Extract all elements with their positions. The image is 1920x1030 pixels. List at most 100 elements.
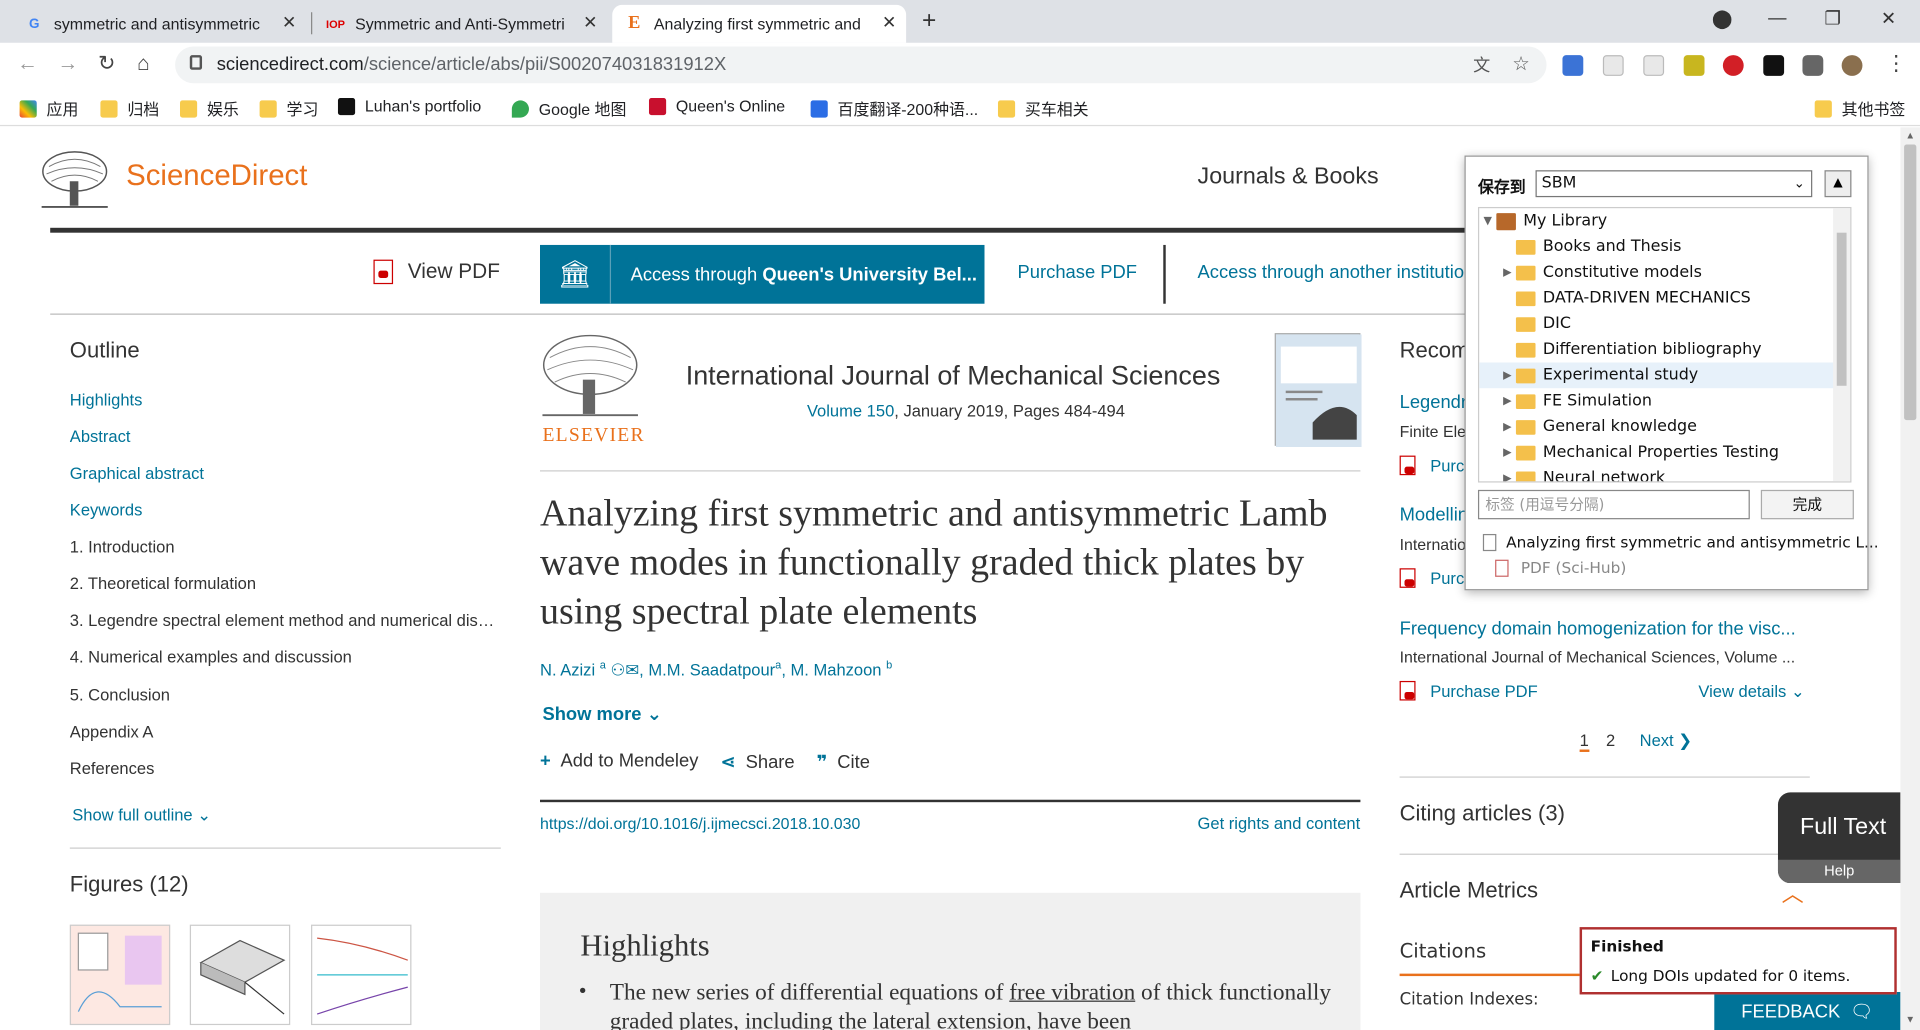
- reload-icon[interactable]: ↻: [98, 51, 115, 75]
- tree-item-hovered[interactable]: ▶ Experimental study: [1479, 362, 1835, 389]
- show-more-button[interactable]: Show more ⌄: [542, 703, 662, 725]
- show-full-outline-link[interactable]: Show full outline ⌄: [72, 806, 211, 826]
- share-button[interactable]: ⋖ Share: [720, 751, 794, 773]
- outline-item-appendix-a[interactable]: Appendix A: [70, 723, 501, 741]
- zotero-extension-icon[interactable]: [1763, 55, 1785, 76]
- citing-articles-heading[interactable]: Citing articles (3): [1400, 801, 1565, 827]
- person-icon[interactable]: ⚇: [610, 661, 625, 679]
- outline-item-references[interactable]: References: [70, 759, 501, 777]
- download-extension-icon[interactable]: [1562, 55, 1584, 76]
- rights-link[interactable]: Get rights and content: [1198, 814, 1361, 832]
- collapse-button[interactable]: ▲: [1824, 170, 1852, 198]
- document-extension-icon[interactable]: [1602, 55, 1624, 76]
- tree-item[interactable]: Differentiation bibliography: [1479, 337, 1834, 363]
- menu-kebab-icon[interactable]: ⋮: [1886, 51, 1907, 75]
- tree-item[interactable]: ▶ Constitutive models: [1479, 260, 1834, 286]
- tab-search-icon[interactable]: ⬤: [1712, 7, 1733, 30]
- tree-scrollbar[interactable]: [1833, 208, 1851, 482]
- profile-avatar[interactable]: [1841, 55, 1863, 76]
- translate-icon[interactable]: ⽂: [1473, 53, 1490, 77]
- scrollbar-thumb[interactable]: [1904, 144, 1917, 421]
- bookmark-apps[interactable]: 应用: [19, 97, 78, 120]
- email-icon[interactable]: ✉: [625, 661, 639, 679]
- twisty-closed-icon[interactable]: ▶: [1499, 369, 1516, 381]
- twisty-closed-icon[interactable]: ▶: [1499, 421, 1516, 433]
- doi-link[interactable]: https://doi.org/10.1016/j.ijmecsci.2018.…: [540, 814, 860, 832]
- author-link[interactable]: N. Azizi: [540, 661, 595, 679]
- forward-icon[interactable]: →: [58, 51, 79, 75]
- feedback-button[interactable]: FEEDBACK 🗨: [1714, 992, 1901, 1030]
- fulltext-widget[interactable]: Full Text Help: [1777, 792, 1901, 884]
- bookmark-folder[interactable]: 归档: [100, 97, 159, 120]
- twisty-closed-icon[interactable]: ▶: [1499, 395, 1516, 407]
- tree-item-my-library[interactable]: ▼ My Library: [1479, 208, 1834, 234]
- bookmark-star-icon[interactable]: ☆: [1512, 51, 1530, 75]
- close-tab-icon[interactable]: ✕: [583, 12, 597, 33]
- twisty-closed-icon[interactable]: ▶: [1499, 472, 1516, 481]
- bookmark-baidu-translate[interactable]: 百度翻译-200种语...: [810, 97, 978, 120]
- next-page-link[interactable]: Next ❯: [1640, 731, 1692, 752]
- tree-item[interactable]: DATA-DRIVEN MECHANICS: [1479, 285, 1834, 311]
- bookmark-luhan[interactable]: Luhan's portfolio: [337, 97, 481, 115]
- figure-thumbnail[interactable]: [311, 924, 412, 1026]
- volume-link[interactable]: Volume 150: [807, 402, 894, 420]
- help-link[interactable]: Help: [1777, 859, 1901, 884]
- author-link[interactable]: M. Mahzoon: [791, 661, 882, 679]
- outline-item-graphical-abstract[interactable]: Graphical abstract: [70, 464, 501, 482]
- scroll-down-icon[interactable]: ▼: [1905, 1014, 1915, 1025]
- view-pdf-button[interactable]: View PDF: [373, 259, 500, 285]
- journal-cover-image[interactable]: [1274, 333, 1362, 448]
- view-details-link[interactable]: View details ⌄: [1698, 682, 1804, 702]
- page-scrollbar[interactable]: ▲ ▼: [1900, 127, 1920, 1030]
- tree-item[interactable]: ▶ FE Simulation: [1479, 388, 1834, 414]
- tags-input[interactable]: 标签 (用逗号分隔): [1477, 489, 1750, 520]
- minimize-icon[interactable]: —: [1768, 7, 1786, 28]
- page-1[interactable]: 1: [1579, 731, 1589, 752]
- tree-item[interactable]: ▶ General knowledge: [1479, 414, 1834, 440]
- page-2[interactable]: 2: [1606, 731, 1615, 752]
- add-to-mendeley-button[interactable]: + Add to Mendeley: [540, 751, 698, 773]
- close-window-icon[interactable]: ✕: [1881, 7, 1896, 30]
- elsevier-logo-icon[interactable]: [540, 333, 640, 419]
- journals-books-link[interactable]: Journals & Books: [1198, 164, 1379, 191]
- bookmark-folder[interactable]: 学习: [259, 97, 318, 120]
- scihub-extension-icon[interactable]: [1722, 55, 1744, 76]
- tree-item[interactable]: ▶ Neural network: [1479, 465, 1834, 482]
- tree-scrollbar-thumb[interactable]: [1836, 232, 1847, 386]
- tree-item[interactable]: DIC: [1479, 311, 1834, 337]
- outline-item-conclusion[interactable]: 5. Conclusion: [70, 686, 501, 704]
- twisty-closed-icon[interactable]: ▶: [1499, 446, 1516, 458]
- done-button[interactable]: 完成: [1760, 489, 1854, 520]
- purchase-pdf-link[interactable]: Purchase PDF: [1399, 680, 1538, 701]
- bookmark-other[interactable]: 其他书签: [1814, 97, 1905, 120]
- outline-item-highlights[interactable]: Highlights: [70, 391, 501, 409]
- recommended-article-link[interactable]: Frequency domain homogenization for the …: [1400, 618, 1796, 639]
- outline-item-abstract[interactable]: Abstract: [70, 427, 501, 445]
- author-link[interactable]: M.M. Saadatpour: [648, 661, 775, 679]
- bookmark-folder[interactable]: 娱乐: [180, 97, 239, 120]
- tree-item[interactable]: ▶ Mechanical Properties Testing: [1479, 440, 1834, 466]
- outline-item-theoretical-formulation[interactable]: 2. Theoretical formulation: [70, 574, 501, 592]
- outline-item-introduction[interactable]: 1. Introduction: [70, 538, 501, 556]
- scroll-up-icon[interactable]: ▲: [1905, 130, 1915, 141]
- outline-item-numerical-examples[interactable]: 4. Numerical examples and discussion: [70, 648, 501, 666]
- elsevier-tree-logo-icon[interactable]: [39, 149, 110, 210]
- address-bar[interactable]: sciencedirect.com/science/article/abs/pi…: [175, 46, 1547, 84]
- journal-title[interactable]: International Journal of Mechanical Scie…: [686, 360, 1221, 392]
- bookmark-queens-online[interactable]: Queen's Online: [648, 97, 785, 115]
- cite-button[interactable]: ❞ Cite: [817, 751, 870, 773]
- bookmark-folder[interactable]: 买车相关: [997, 97, 1089, 120]
- collection-select[interactable]: SBM ⌄: [1535, 170, 1813, 198]
- tab-google[interactable]: G symmetric and antisymmetric ✕: [12, 5, 306, 43]
- copy-extension-icon[interactable]: [1643, 55, 1665, 76]
- close-tab-icon[interactable]: ✕: [882, 12, 896, 33]
- tab-iop[interactable]: IOP Symmetric and Anti-Symmetri ✕: [313, 5, 607, 43]
- sciencedirect-brand[interactable]: ScienceDirect: [126, 159, 307, 193]
- maximize-icon[interactable]: ❐: [1825, 7, 1841, 30]
- purchase-pdf-link[interactable]: Purchase PDF: [1018, 262, 1137, 283]
- new-tab-icon[interactable]: +: [922, 7, 936, 35]
- outline-item-legendre-method[interactable]: 3. Legendre spectral element method and …: [70, 611, 501, 629]
- bookmark-google-maps[interactable]: Google 地图: [511, 97, 626, 120]
- twisty-closed-icon[interactable]: ▶: [1499, 266, 1516, 278]
- tab-sciencedirect-active[interactable]: E Analyzing first symmetric and ✕: [612, 4, 907, 43]
